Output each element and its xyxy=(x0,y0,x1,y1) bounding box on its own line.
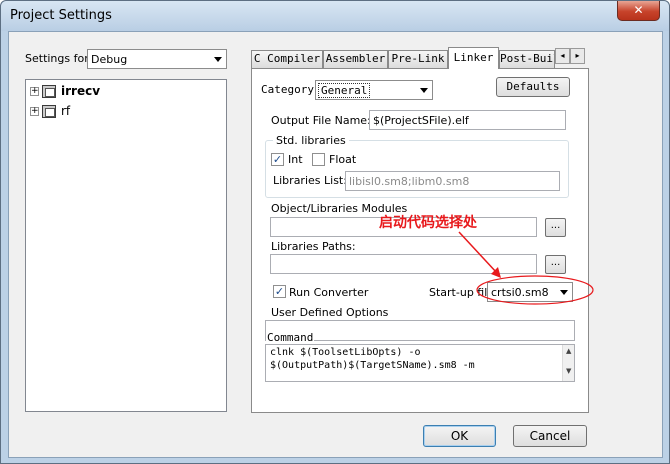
expand-icon[interactable]: + xyxy=(30,107,39,116)
settings-for-dropdown[interactable]: Debug xyxy=(87,49,227,69)
tab-c-compiler[interactable]: C Compiler xyxy=(251,50,323,68)
close-button[interactable]: ✕ xyxy=(617,1,660,21)
project-icon xyxy=(42,85,56,98)
tab-post-build[interactable]: Post-Buil xyxy=(499,50,555,68)
libraries-list-label: Libraries List: xyxy=(273,174,347,187)
project-tree[interactable]: + irrecv + rf xyxy=(25,79,227,412)
run-converter-checkbox[interactable]: ✓ xyxy=(273,285,286,298)
chevron-down-icon xyxy=(420,88,428,93)
chevron-down-icon xyxy=(214,57,222,62)
tab-scroll-left-icon[interactable]: ◂ xyxy=(555,48,570,64)
run-converter-label: Run Converter xyxy=(289,286,369,299)
command-textarea[interactable]: clnk $(ToolsetLibOpts) -o $(OutputPath)$… xyxy=(265,344,575,382)
tab-pre-link[interactable]: Pre-Link xyxy=(388,50,448,68)
cancel-button[interactable]: Cancel xyxy=(513,425,587,447)
category-dropdown[interactable]: General xyxy=(315,80,433,100)
project-settings-window: Project Settings ✕ Settings for: Debug +… xyxy=(0,0,670,464)
ok-button[interactable]: OK xyxy=(423,425,496,447)
std-libraries-legend: Std. libraries xyxy=(273,134,349,147)
settings-for-label: Settings for: xyxy=(25,52,93,65)
tab-scroll-right-icon[interactable]: ▸ xyxy=(570,48,585,64)
libraries-paths-label: Libraries Paths: xyxy=(271,240,356,253)
tree-item-label: rf xyxy=(61,104,71,118)
category-value: General xyxy=(318,83,371,98)
tab-scroll-arrows: ◂ ▸ xyxy=(555,48,585,64)
object-modules-browse-button[interactable]: ... xyxy=(545,218,566,237)
dialog-client-area: Settings for: Debug + irrecv + rf C Comp… xyxy=(8,31,663,458)
settings-for-value: Debug xyxy=(91,53,128,66)
tree-item-label: irrecv xyxy=(61,84,101,98)
tab-assembler[interactable]: Assembler xyxy=(323,50,388,68)
libraries-list-value: libisl0.sm8;libm0.sm8 xyxy=(349,175,470,188)
float-checkbox[interactable] xyxy=(312,153,325,166)
category-label: Category xyxy=(261,83,314,96)
expand-icon[interactable]: + xyxy=(30,87,39,96)
window-title: Project Settings xyxy=(10,8,112,23)
float-label: Float xyxy=(329,153,357,166)
output-file-value: $(ProjectSFile).elf xyxy=(373,114,469,127)
output-file-label: Output File Name: xyxy=(271,114,371,127)
scroll-down-icon[interactable]: ▼ xyxy=(566,367,571,375)
tab-linker[interactable]: Linker xyxy=(448,47,499,69)
int-label: Int xyxy=(288,153,303,166)
output-file-field[interactable]: $(ProjectSFile).elf xyxy=(369,110,566,130)
int-checkbox[interactable]: ✓ xyxy=(271,153,284,166)
annotation-label: 启动代码选择处 xyxy=(379,215,477,231)
command-line: clnk $(ToolsetLibOpts) -o xyxy=(270,347,421,358)
annotation-ellipse xyxy=(476,275,594,305)
command-label: Command xyxy=(266,331,315,344)
libraries-paths-browse-button[interactable]: ... xyxy=(545,255,566,274)
command-line: $(OutputPath)$(TargetSName).sm8 -m xyxy=(270,360,475,371)
title-bar: Project Settings ✕ xyxy=(1,1,669,31)
project-icon xyxy=(42,105,56,118)
command-scrollbar[interactable]: ▲ ▼ xyxy=(562,345,574,381)
user-options-label: User Defined Options xyxy=(271,306,389,319)
scroll-up-icon[interactable]: ▲ xyxy=(566,347,571,355)
libraries-list-field[interactable]: libisl0.sm8;libm0.sm8 xyxy=(345,171,560,191)
defaults-button[interactable]: Defaults xyxy=(496,77,570,97)
